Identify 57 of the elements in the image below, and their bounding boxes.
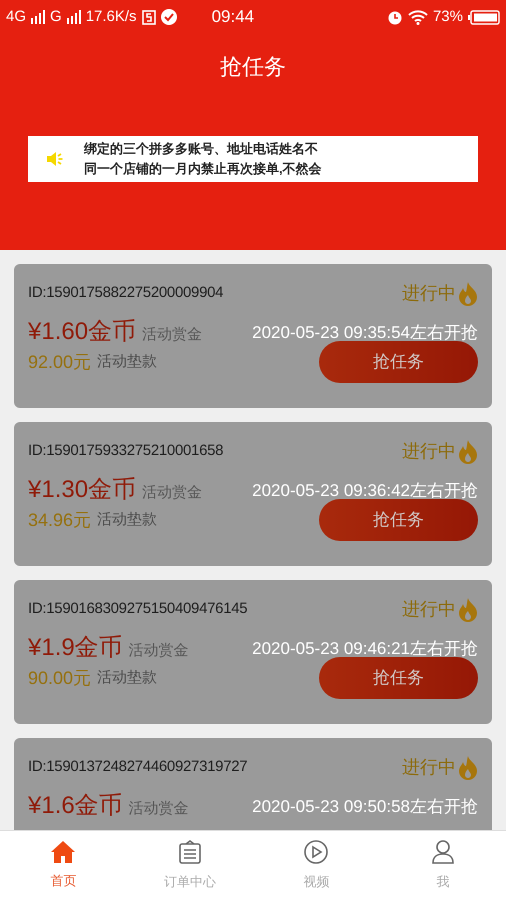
deposit-amount: 34.96元: [28, 508, 92, 532]
status-text: 进行中: [402, 598, 456, 621]
deposit-label: 活动垫款: [97, 352, 158, 372]
flame-icon: [458, 282, 478, 306]
grab-task-button[interactable]: 抢任务: [319, 657, 478, 699]
deposit-label: 活动垫款: [97, 668, 158, 688]
reward-amount: ¥1.60金币: [28, 317, 136, 347]
status-text: 进行中: [402, 756, 456, 779]
reward-label: 活动赏金: [128, 799, 189, 819]
flame-icon: [458, 598, 478, 622]
network-type: 4G: [6, 6, 26, 27]
deposit-amount: 90.00元: [28, 666, 92, 690]
notice-text: 同一个店铺的一月内禁止再次接单,不然会: [84, 160, 322, 178]
deposit-label: 活动垫款: [97, 510, 158, 530]
network-type: G: [50, 6, 62, 27]
deposit-amount: 92.00元: [28, 350, 92, 374]
sim-icon: [142, 10, 156, 24]
play-icon: [304, 840, 328, 864]
status-text: 进行中: [402, 440, 456, 463]
grab-task-button[interactable]: 抢任务: [319, 341, 478, 383]
reward-label: 活动赏金: [128, 641, 189, 661]
battery-percent: 73%: [432, 6, 463, 27]
reward-amount: ¥1.6金币: [28, 791, 123, 821]
alarm-icon: [386, 9, 403, 25]
clipboard-icon: [178, 840, 201, 864]
wifi-icon: [408, 10, 428, 24]
signal-icon: [31, 10, 46, 24]
signal-icon: [66, 10, 81, 24]
speaker-icon: [46, 151, 64, 167]
reward-label: 活动赏金: [142, 483, 202, 503]
flame-icon: [458, 756, 478, 780]
check-icon: [160, 9, 177, 25]
start-time: 2020-05-23 09:35:54左右开抢: [252, 322, 478, 344]
home-icon: [51, 840, 76, 863]
task-id: ID:1590175933275210001658: [28, 441, 224, 462]
battery-icon: [468, 10, 500, 24]
task-id: ID:1590168309275150409476145: [28, 599, 248, 620]
flame-icon: [458, 440, 478, 464]
task-id: ID:1590175882275200009904: [28, 283, 224, 304]
clock-time: 09:44: [212, 6, 254, 28]
grab-task-button[interactable]: 抢任务: [319, 499, 478, 541]
page-title: 抢任务: [220, 52, 286, 80]
tab-item[interactable]: 订单中心: [126, 831, 253, 900]
tab-item[interactable]: 我: [380, 831, 506, 900]
person-icon: [432, 840, 454, 864]
status-text: 进行中: [402, 282, 456, 305]
notice-text: 绑定的三个拼多多账号、地址电话姓名不: [84, 140, 319, 158]
tab-item[interactable]: 视频: [253, 831, 380, 900]
start-time: 2020-05-23 09:36:42左右开抢: [252, 480, 478, 502]
tab-item[interactable]: 首页: [0, 831, 126, 900]
task-id: ID:1590137248274460927319727: [28, 757, 248, 778]
reward-amount: ¥1.9金币: [28, 633, 123, 663]
reward-amount: ¥1.30金币: [28, 475, 136, 505]
reward-label: 活动赏金: [142, 325, 202, 345]
start-time: 2020-05-23 09:50:58左右开抢: [252, 796, 478, 818]
start-time: 2020-05-23 09:46:21左右开抢: [252, 638, 478, 660]
network-speed: 17.6K/s: [86, 6, 137, 27]
